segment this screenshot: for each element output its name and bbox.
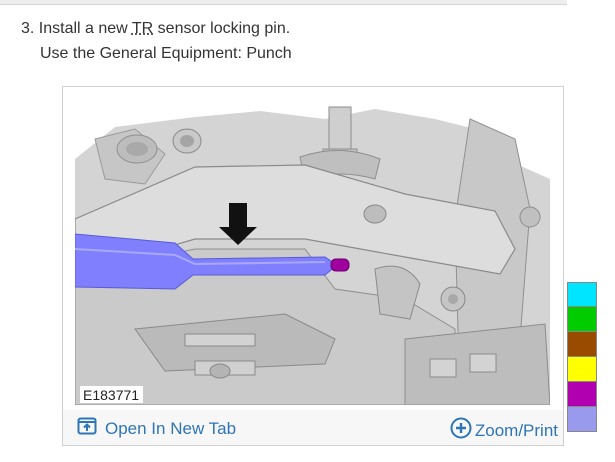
color-legend xyxy=(567,282,597,432)
step-equipment-note: Use the General Equipment: Punch xyxy=(40,45,292,62)
top-divider xyxy=(0,0,567,5)
figure-card: E183771 Open In New Tab Zoom/Print xyxy=(62,86,564,446)
step-number: 3. xyxy=(21,20,35,37)
swatch-cyan xyxy=(567,282,597,307)
figure-illustration[interactable] xyxy=(75,99,550,405)
swatch-yellow xyxy=(567,357,597,382)
open-in-new-tab-label: Open In New Tab xyxy=(105,418,237,438)
locking-pin xyxy=(330,258,350,272)
step-text-prefix: Install a new xyxy=(38,20,132,37)
swatch-magenta xyxy=(567,382,597,407)
swatch-brown xyxy=(567,332,597,357)
figure-id-label: E183771 xyxy=(80,386,144,403)
step-text-suffix: sensor locking pin. xyxy=(153,20,291,37)
swatch-green xyxy=(567,307,597,332)
tr-abbreviation[interactable]: TR xyxy=(132,20,153,37)
procedure-page: 3. Install a new TR sensor locking pin. … xyxy=(0,0,615,462)
swatch-lavender xyxy=(567,407,597,432)
figure-actions-bar: Open In New Tab Zoom/Print xyxy=(63,410,563,445)
zoom-print-link[interactable]: Zoom/Print xyxy=(450,417,558,444)
step-instruction: 3. Install a new TR sensor locking pin. … xyxy=(21,16,292,66)
transmission-illustration xyxy=(75,99,550,405)
open-in-new-tab-link[interactable]: Open In New Tab xyxy=(77,417,236,440)
zoom-print-label: Zoom/Print xyxy=(474,420,558,440)
plus-circle-icon xyxy=(450,417,472,444)
open-new-tab-icon xyxy=(77,417,97,440)
